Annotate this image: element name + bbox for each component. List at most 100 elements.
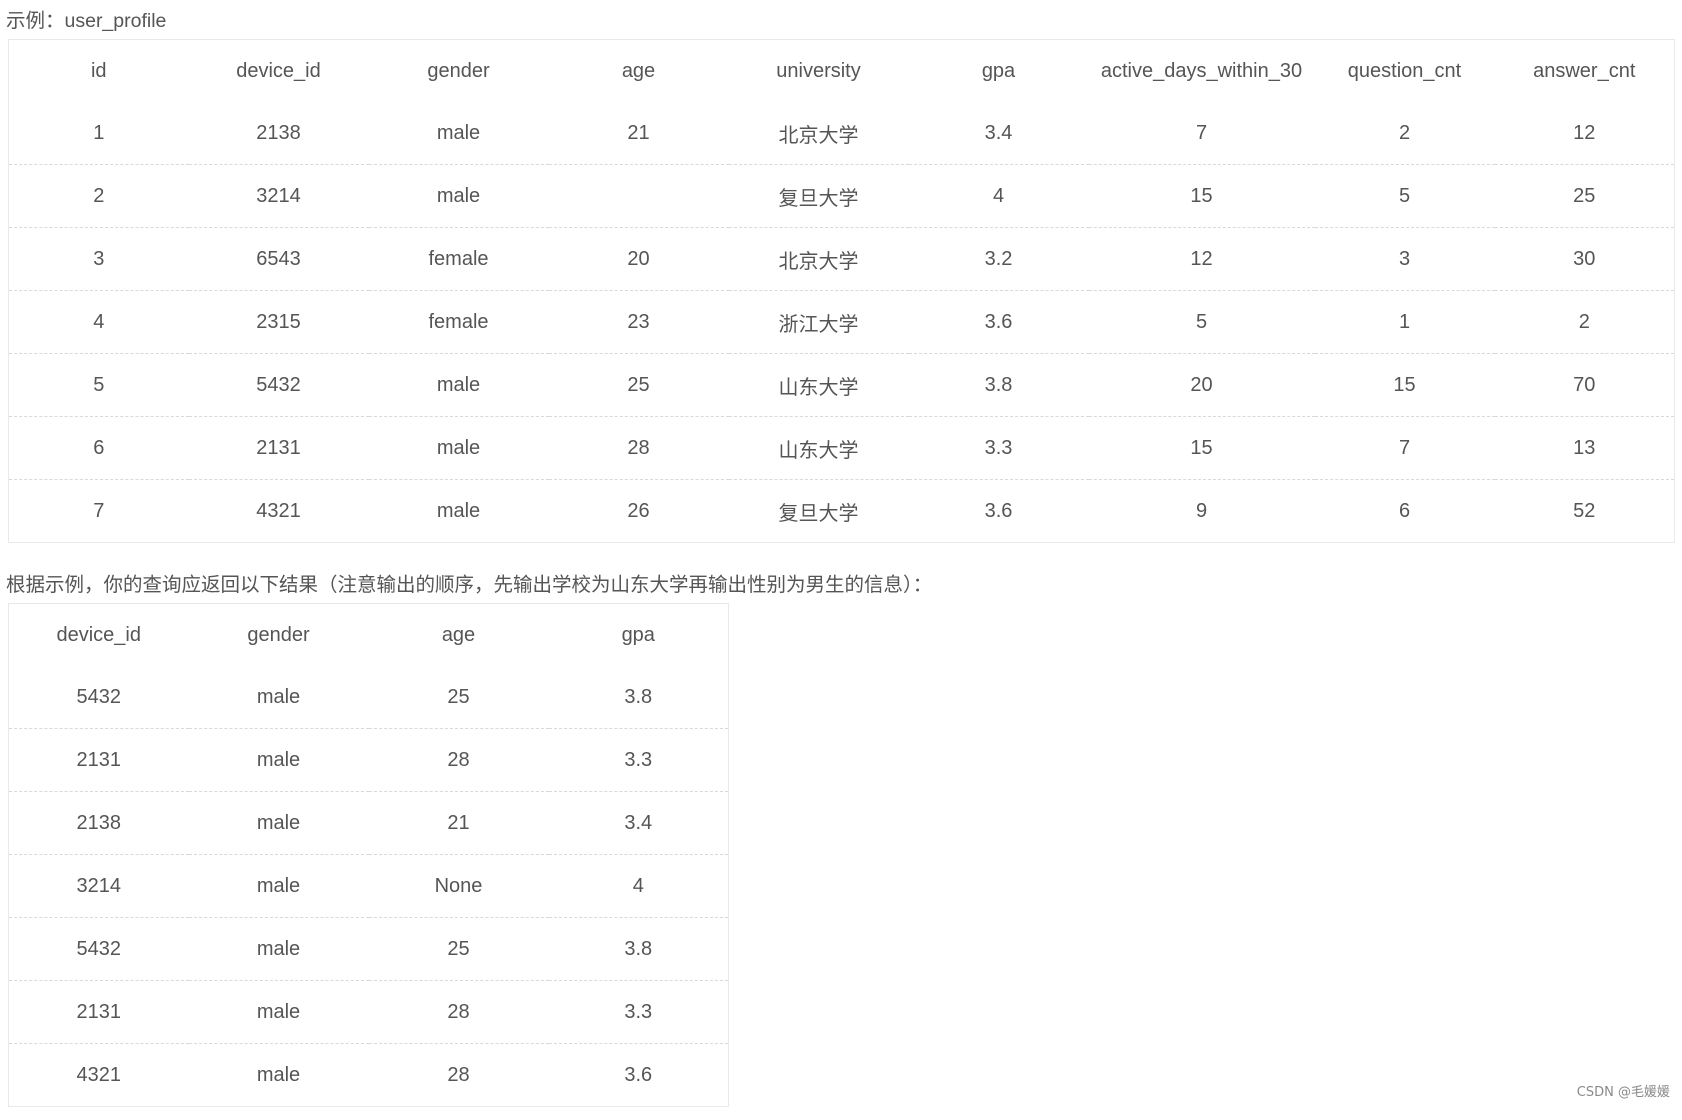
table-cell: 12 xyxy=(1573,121,1596,144)
table-row: 3 6543 female 20 北京大学 3.2 12 3 30 xyxy=(8,227,1675,291)
example-caption: 示例：user_profile xyxy=(6,10,167,32)
table-cell: 3.3 xyxy=(548,980,729,1044)
table-cell: 3214 xyxy=(188,164,369,228)
table-cell: 3.2 xyxy=(908,227,1089,291)
table-cell: None xyxy=(368,854,549,918)
table-row: 6 2131 male 28 山东大学 3.3 15 7 13 xyxy=(8,416,1675,480)
table-cell: 6 xyxy=(8,416,189,480)
column-header-gpa: gpa xyxy=(981,59,1016,82)
table-cell: 1 xyxy=(1314,290,1495,354)
table-cell: 3.8 xyxy=(908,353,1089,417)
table-cell: male xyxy=(188,1043,369,1107)
table-cell: 3.4 xyxy=(548,791,729,855)
watermark: CSDN @毛媛媛 xyxy=(1576,1085,1670,1100)
column-header-gender: gender xyxy=(247,623,310,646)
table-cell: 3 xyxy=(8,227,189,291)
table-cell: 6 xyxy=(1314,479,1495,543)
table-cell: 3.8 xyxy=(624,685,653,708)
table-cell: 5 xyxy=(8,353,189,417)
table-cell: 山东大学 xyxy=(728,353,909,417)
table-cell: 3214 xyxy=(8,854,189,918)
table-cell: 山东大学 xyxy=(728,416,909,480)
table-cell: male xyxy=(188,728,369,792)
table-cell: 28 xyxy=(368,728,549,792)
column-header-device-id: device_id xyxy=(236,59,321,82)
table-cell: 25 xyxy=(548,353,729,417)
table-row: 5432 male 25 3.8 xyxy=(8,917,729,981)
table-row: 5432 male 25 3.8 xyxy=(9,666,729,729)
table-cell: 2 xyxy=(1398,121,1411,144)
column-header-question-cnt: question_cnt xyxy=(1347,59,1462,82)
table-cell: 浙江大学 xyxy=(728,290,909,354)
column-header-device-id: device_id xyxy=(56,623,141,646)
table-cell: 21 xyxy=(368,791,549,855)
table-cell: 2138 xyxy=(256,121,301,144)
table-cell xyxy=(548,164,729,228)
table-cell: 4 xyxy=(908,164,1089,228)
table-header: device_id gender age gpa xyxy=(9,604,729,667)
table-cell: 25 xyxy=(1494,164,1675,228)
table-cell: 3.6 xyxy=(548,1043,729,1107)
column-header-active-days: active_days_within_30 xyxy=(1100,59,1303,82)
table-cell: 30 xyxy=(1494,227,1675,291)
table-cell: male xyxy=(188,917,369,981)
table-cell: male xyxy=(368,416,549,480)
table-cell: 3.3 xyxy=(908,416,1089,480)
table-cell: 3.6 xyxy=(908,290,1089,354)
header-row: id device_id gender age university gpa a… xyxy=(9,40,1675,103)
table-cell: 6543 xyxy=(188,227,369,291)
column-header-id: id xyxy=(90,59,107,82)
table-cell: 15 xyxy=(1088,164,1315,228)
table-cell: female xyxy=(368,290,549,354)
table-cell: 5 xyxy=(1314,164,1495,228)
table-cell: 23 xyxy=(548,290,729,354)
table-cell: male xyxy=(368,353,549,417)
table-cell: 25 xyxy=(447,685,470,708)
table-cell: male xyxy=(368,479,549,543)
table-cell: 52 xyxy=(1494,479,1675,543)
table-cell: 2138 xyxy=(8,791,189,855)
table-row: 2131 male 28 3.3 xyxy=(8,980,729,1044)
column-header-university: university xyxy=(776,59,861,82)
table-cell: 28 xyxy=(548,416,729,480)
table-cell: male xyxy=(256,685,301,708)
table-cell: male xyxy=(188,854,369,918)
table-cell: 2131 xyxy=(8,728,189,792)
table-cell: female xyxy=(368,227,549,291)
column-header-gender: gender xyxy=(427,59,490,82)
table-header: id device_id gender age university gpa a… xyxy=(9,40,1675,103)
table-body: 1 2138 male 21 北京大学 3.4 7 2 12 2 3214 male 复旦大学 4 15 5 2… xyxy=(8,102,1675,543)
table-cell: 28 xyxy=(368,980,549,1044)
table-row: 7 4321 male 26 复旦大学 3.6 9 6 52 xyxy=(8,479,1675,543)
table-cell: 3.3 xyxy=(548,728,729,792)
table-cell: 13 xyxy=(1494,416,1675,480)
table-row: 2131 male 28 3.3 xyxy=(8,728,729,792)
table-cell: 2 xyxy=(8,164,189,228)
table-cell: 26 xyxy=(548,479,729,543)
table-cell: 5432 xyxy=(76,685,122,708)
table-cell: 4 xyxy=(548,854,729,918)
table-cell: 25 xyxy=(368,917,549,981)
table-cell: 3.6 xyxy=(908,479,1089,543)
table-cell: 2315 xyxy=(188,290,369,354)
table-cell: 复旦大学 xyxy=(728,164,909,228)
table-cell: 15 xyxy=(1314,353,1495,417)
table-cell: male xyxy=(188,980,369,1044)
table-cell: male xyxy=(188,791,369,855)
column-header-answer-cnt: answer_cnt xyxy=(1533,59,1636,82)
table-cell: 5432 xyxy=(8,917,189,981)
header-row: device_id gender age gpa xyxy=(9,604,729,667)
table-cell: 28 xyxy=(368,1043,549,1107)
table-cell: 2131 xyxy=(188,416,369,480)
column-header-age: age xyxy=(441,623,476,646)
table-cell: 3 xyxy=(1314,227,1495,291)
table-cell: 5432 xyxy=(188,353,369,417)
column-header-age: age xyxy=(621,59,656,82)
table-cell: 2131 xyxy=(8,980,189,1044)
table-row: 4321 male 28 3.6 xyxy=(8,1043,729,1107)
table-row: 3214 male None 4 xyxy=(8,854,729,918)
table-cell: 4321 xyxy=(188,479,369,543)
table-body: 5432 male 25 3.8 2131 male 28 3.3 2138 male 21 3.4 3… xyxy=(8,666,729,1107)
table-row: 2 3214 male 复旦大学 4 15 5 25 xyxy=(8,164,1675,228)
table-cell: 7 xyxy=(1195,121,1208,144)
